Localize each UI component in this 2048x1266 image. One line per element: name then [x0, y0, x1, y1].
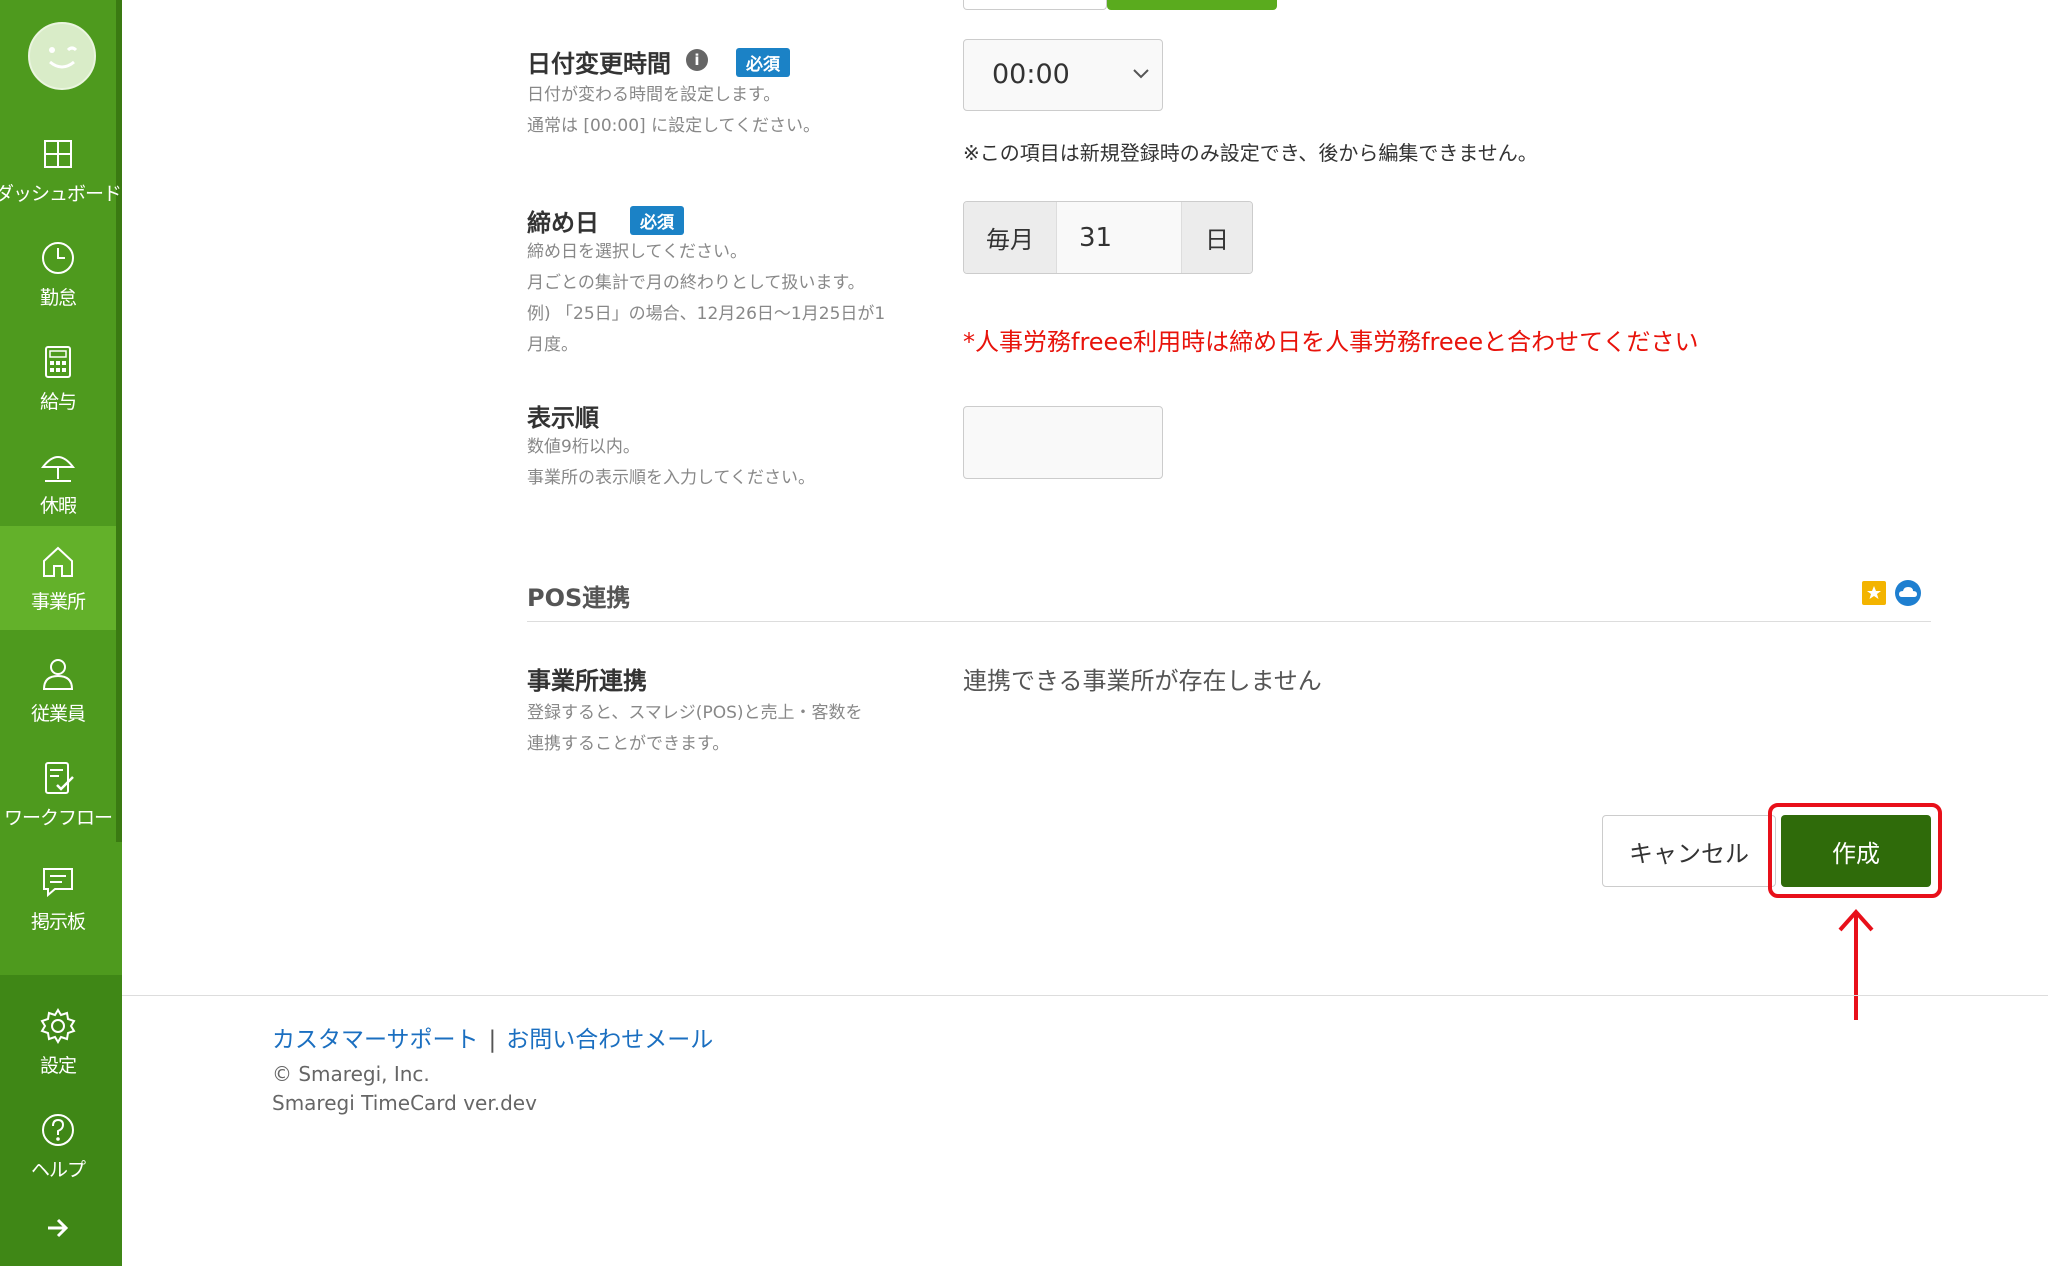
help-line: 登録すると、スマレジ(POS)と売上・客数を [527, 703, 863, 723]
sidebar-item-leave[interactable]: 休暇 [0, 430, 116, 534]
required-badge: 必須 [736, 48, 790, 77]
footer-separator: | [488, 1027, 497, 1053]
clock-icon [42, 241, 74, 274]
star-icon [1862, 581, 1886, 605]
closing-day-warning: *人事労務freee利用時は締め日を人事労務freeeと合わせてください [963, 328, 1699, 356]
copyright: © Smaregi, Inc. [272, 1062, 430, 1086]
office-link-label: 事業所連携 [527, 667, 647, 695]
sidebar-item-dashboard[interactable]: ダッシュボード [0, 118, 122, 222]
previous-toggle-on[interactable] [1107, 0, 1277, 10]
person-icon [42, 658, 74, 690]
customer-support-link[interactable]: カスタマーサポート [272, 1027, 479, 1053]
sidebar-item-attendance[interactable]: 勤怠 [0, 222, 116, 326]
help-line: 連携することができます。 [527, 734, 730, 754]
info-icon[interactable]: i [686, 49, 708, 71]
arrow-up-icon [1838, 908, 1874, 1020]
date-change-select[interactable]: 00:00 [963, 39, 1163, 111]
cloud-icon [1895, 580, 1921, 606]
select-value: 00:00 [992, 59, 1070, 90]
closing-day-help: 締め日を選択してください。 月ごとの集計で月の終わりとして扱います。 例) 「2… [527, 237, 885, 361]
sidebar-item-employees[interactable]: 従業員 [0, 638, 116, 742]
sidebar-item-payroll[interactable]: 給与 [0, 326, 116, 430]
footer-divider [122, 995, 2048, 996]
sidebar-item-label: ダッシュボード [0, 182, 122, 205]
sidebar-item-label: 給与 [39, 390, 77, 413]
sidebar-item-label: 勤怠 [39, 286, 77, 309]
help-line: 数値9桁以内。 [527, 437, 640, 457]
office-link-value: 連携できる事業所が存在しません [963, 667, 1322, 695]
help-line: 月度。 [527, 335, 578, 355]
sidebar-item-help[interactable]: ヘルプ [0, 1094, 116, 1198]
display-order-label: 表示順 [527, 404, 599, 432]
sidebar-item-label: 従業員 [30, 702, 86, 725]
help-line: 月ごとの集計で月の終わりとして扱います。 [527, 273, 865, 293]
sidebar-item-bulletin[interactable]: 掲示板 [0, 846, 116, 950]
closing-day-suffix: 日 [1182, 202, 1252, 273]
previous-toggle-off[interactable] [963, 0, 1107, 10]
sidebar-item-office[interactable]: 事業所 [0, 526, 116, 630]
sidebar-item-label: 設定 [39, 1054, 77, 1077]
sidebar-scrollbar[interactable] [116, 0, 122, 842]
office-link-help: 登録すると、スマレジ(POS)と売上・客数を 連携することができます。 [527, 698, 863, 760]
help-line: 事業所の表示順を入力してください。 [527, 468, 815, 488]
display-order-help: 数値9桁以内。 事業所の表示順を入力してください。 [527, 432, 815, 494]
help-line: 締め日を選択してください。 [527, 242, 747, 262]
sidebar-item-workflow[interactable]: ワークフロー [0, 742, 116, 846]
closing-day-input-group: 毎月 31 日 [963, 201, 1253, 274]
sidebar-item-label: 掲示板 [30, 910, 86, 933]
sidebar-item-label: ワークフロー [3, 806, 113, 829]
umbrella-icon [40, 455, 76, 482]
calculator-icon [45, 345, 71, 378]
pos-section-title: POS連携 [527, 584, 631, 612]
closing-day-label: 締め日 [527, 209, 599, 237]
date-change-help: 日付が変わる時間を設定します。 通常は [00:00] に設定してください。 [527, 80, 820, 142]
checklist-icon [45, 761, 74, 794]
home-icon [43, 546, 73, 577]
cancel-button[interactable]: キャンセル [1602, 815, 1776, 887]
closing-day-prefix: 毎月 [964, 202, 1056, 273]
contact-mail-link[interactable]: お問い合わせメール [506, 1027, 713, 1053]
chevron-down-icon [1133, 69, 1149, 79]
date-change-label: 日付変更時間 [527, 50, 671, 78]
date-change-note: ※この項目は新規登録時のみ設定でき、後から編集できません。 [963, 141, 1538, 165]
sidebar: ダッシュボード 勤怠 給与 休暇 事業所 従業員 ワークフロー 掲示板 設定 ヘ… [0, 0, 122, 1266]
sidebar-item-label: ヘルプ [30, 1158, 86, 1181]
avatar[interactable] [28, 22, 96, 90]
gear-icon [40, 1007, 76, 1044]
sidebar-item-label: 休暇 [39, 494, 77, 517]
required-badge: 必須 [630, 206, 684, 235]
arrow-right-icon[interactable] [40, 1210, 76, 1246]
closing-day-input[interactable]: 31 [1056, 202, 1182, 273]
dashboard-icon [44, 139, 72, 168]
help-icon [42, 1113, 74, 1146]
help-line: 例) 「25日」の場合、12月26日〜1月25日が1 [527, 304, 886, 324]
message-icon [43, 867, 73, 897]
version: Smaregi TimeCard ver.dev [272, 1091, 537, 1115]
help-line: 通常は [00:00] に設定してください。 [527, 116, 821, 136]
smiley-icon [49, 46, 78, 69]
section-divider [527, 621, 1931, 622]
sidebar-item-label: 事業所 [30, 590, 86, 613]
display-order-input[interactable] [963, 406, 1163, 479]
sidebar-item-settings[interactable]: 設定 [0, 990, 116, 1094]
highlight-box [1768, 803, 1942, 898]
footer-links: カスタマーサポート | お問い合わせメール [272, 1020, 713, 1054]
help-line: 日付が変わる時間を設定します。 [527, 85, 781, 105]
